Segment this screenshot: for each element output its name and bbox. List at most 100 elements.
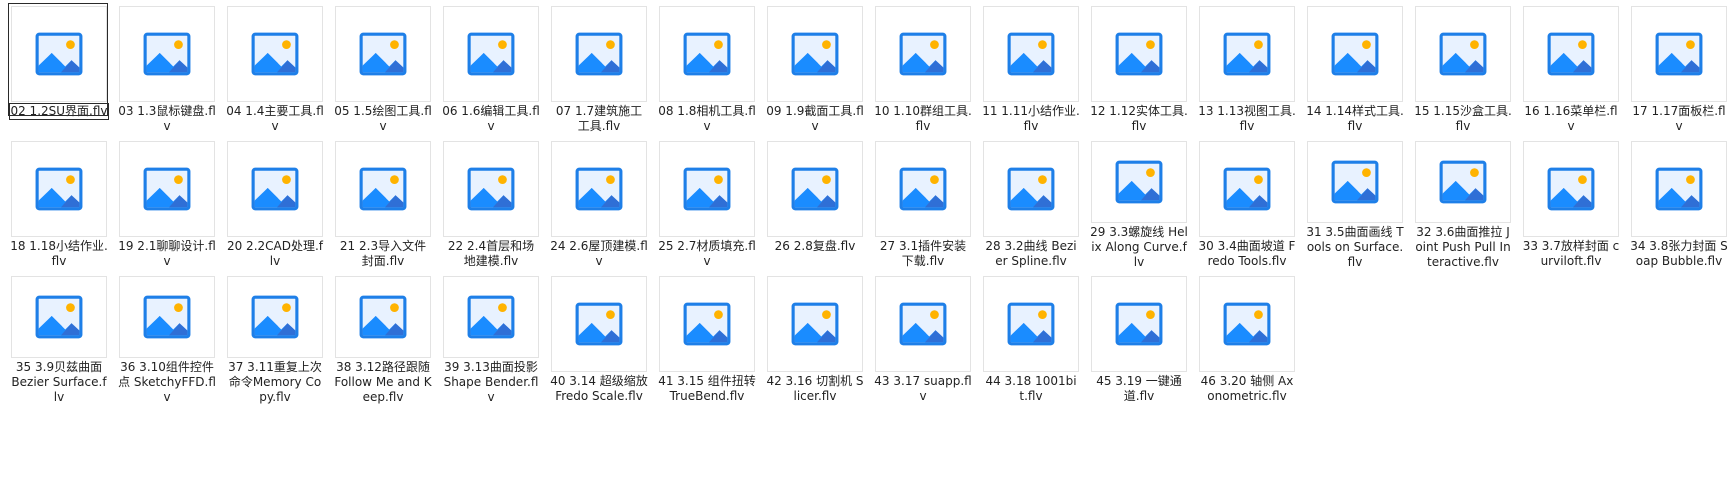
file-item[interactable]: 29 3.3螺旋线 Helix Along Curve.flv <box>1085 137 1193 272</box>
file-thumbnail[interactable] <box>1307 141 1403 223</box>
file-item[interactable]: 45 3.19 一键通道.flv <box>1085 272 1193 407</box>
file-thumbnail[interactable] <box>119 141 215 237</box>
file-item[interactable]: 22 2.4首层和场地建模.flv <box>437 137 545 272</box>
file-item[interactable]: 04 1.4主要工具.flv <box>221 2 329 137</box>
file-name: 39 3.13曲面投影 Shape Bender.flv <box>443 360 539 404</box>
file-thumbnail[interactable] <box>659 141 755 237</box>
file-name: 10 1.10群组工具.flv <box>874 104 972 133</box>
file-item[interactable]: 09 1.9截面工具.flv <box>761 2 869 137</box>
file-thumbnail[interactable] <box>443 6 539 102</box>
file-name: 43 3.17 suapp.flv <box>874 374 972 403</box>
file-thumbnail[interactable] <box>1199 6 1295 102</box>
file-item[interactable]: 02 1.2SU界面.flv <box>5 2 113 137</box>
file-thumbnail[interactable] <box>767 276 863 372</box>
file-thumbnail[interactable] <box>1091 276 1187 372</box>
file-name: 14 1.14样式工具.flv <box>1306 104 1404 133</box>
file-item[interactable]: 12 1.12实体工具.flv <box>1085 2 1193 137</box>
file-item[interactable]: 20 2.2CAD处理.flv <box>221 137 329 272</box>
file-item[interactable]: 35 3.9贝兹曲面 Bezier Surface.flv <box>5 272 113 407</box>
file-thumbnail[interactable] <box>983 276 1079 372</box>
file-name: 22 2.4首层和场地建模.flv <box>447 239 535 268</box>
file-thumbnail[interactable] <box>1631 6 1727 102</box>
file-thumbnail[interactable] <box>875 276 971 372</box>
file-item[interactable]: 11 1.11小结作业.flv <box>977 2 1085 137</box>
file-thumbnail[interactable] <box>1307 6 1403 102</box>
file-item[interactable]: 44 3.18 1001bit.flv <box>977 272 1085 407</box>
file-thumbnail[interactable] <box>875 6 971 102</box>
file-item[interactable]: 08 1.8相机工具.flv <box>653 2 761 137</box>
file-thumbnail[interactable] <box>335 141 431 237</box>
file-item[interactable]: 38 3.12路径跟随 Follow Me and Keep.flv <box>329 272 437 407</box>
file-item[interactable]: 37 3.11重复上次命令Memory Copy.flv <box>221 272 329 407</box>
file-item[interactable]: 24 2.6屋顶建模.flv <box>545 137 653 272</box>
file-item[interactable]: 05 1.5绘图工具.flv <box>329 2 437 137</box>
file-thumbnail[interactable] <box>767 6 863 102</box>
file-thumbnail[interactable] <box>875 141 971 237</box>
file-item[interactable]: 42 3.16 切割机 Slicer.flv <box>761 272 869 407</box>
file-thumbnail[interactable] <box>1199 276 1295 372</box>
image-file-icon <box>575 167 623 211</box>
file-thumbnail[interactable] <box>1631 141 1727 237</box>
file-thumbnail[interactable] <box>1091 141 1187 223</box>
file-item[interactable]: 46 3.20 轴侧 Axonometric.flv <box>1193 272 1301 407</box>
file-thumbnail[interactable] <box>1091 6 1187 102</box>
file-item[interactable]: 25 2.7材质填充.flv <box>653 137 761 272</box>
file-item[interactable]: 14 1.14样式工具.flv <box>1301 2 1409 137</box>
file-thumbnail[interactable] <box>659 6 755 102</box>
file-item[interactable]: 16 1.16菜单栏.flv <box>1517 2 1625 137</box>
file-item[interactable]: 06 1.6编辑工具.flv <box>437 2 545 137</box>
file-item[interactable]: 07 1.7建筑施工工具.flv <box>545 2 653 137</box>
file-thumbnail[interactable] <box>767 141 863 237</box>
file-thumbnail[interactable] <box>335 276 431 358</box>
file-item[interactable]: 03 1.3鼠标键盘.flv <box>113 2 221 137</box>
file-thumbnail[interactable] <box>1523 141 1619 237</box>
file-thumbnail[interactable] <box>11 276 107 358</box>
file-thumbnail[interactable] <box>1199 141 1295 237</box>
file-item[interactable]: 32 3.6曲面推拉 Joint Push Pull Interactive.f… <box>1409 137 1517 272</box>
file-thumbnail[interactable] <box>1415 141 1511 223</box>
file-item[interactable]: 39 3.13曲面投影 Shape Bender.flv <box>437 272 545 407</box>
file-item[interactable]: 30 3.4曲面坡道 Fredo Tools.flv <box>1193 137 1301 272</box>
file-thumbnail[interactable] <box>551 141 647 237</box>
file-thumbnail[interactable] <box>551 276 647 372</box>
file-item[interactable]: 13 1.13视图工具.flv <box>1193 2 1301 137</box>
file-item[interactable]: 15 1.15沙盒工具.flv <box>1409 2 1517 137</box>
file-thumbnail[interactable] <box>227 141 323 237</box>
file-item[interactable]: 31 3.5曲面画线 Tools on Surface.flv <box>1301 137 1409 272</box>
file-thumbnail[interactable] <box>983 6 1079 102</box>
file-thumbnail[interactable] <box>119 276 215 358</box>
file-item[interactable]: 33 3.7放样封面 curviloft.flv <box>1517 137 1625 272</box>
file-item[interactable]: 10 1.10群组工具.flv <box>869 2 977 137</box>
file-thumbnail[interactable] <box>551 6 647 102</box>
file-thumbnail[interactable] <box>1415 6 1511 102</box>
image-file-icon <box>467 32 515 76</box>
file-name: 19 2.1聊聊设计.flv <box>118 239 216 268</box>
file-thumbnail[interactable] <box>1523 6 1619 102</box>
file-thumbnail[interactable] <box>119 6 215 102</box>
file-thumbnail[interactable] <box>11 6 107 102</box>
file-thumbnail[interactable] <box>443 276 539 358</box>
file-item[interactable]: 36 3.10组件控件点 SketchyFFD.flv <box>113 272 221 407</box>
image-file-icon <box>359 167 407 211</box>
file-item[interactable]: 34 3.8张力封面 Soap Bubble.flv <box>1625 137 1730 272</box>
file-item[interactable]: 19 2.1聊聊设计.flv <box>113 137 221 272</box>
file-item[interactable]: 21 2.3导入文件封面.flv <box>329 137 437 272</box>
file-name: 33 3.7放样封面 curviloft.flv <box>1522 239 1620 268</box>
image-file-icon <box>251 32 299 76</box>
file-item[interactable]: 17 1.17面板栏.flv <box>1625 2 1730 137</box>
file-item[interactable]: 43 3.17 suapp.flv <box>869 272 977 407</box>
file-thumbnail[interactable] <box>11 141 107 237</box>
file-item[interactable]: 18 1.18小结作业.flv <box>5 137 113 272</box>
file-item[interactable]: 26 2.8复盘.flv <box>761 137 869 272</box>
file-item[interactable]: 40 3.14 超级缩放Fredo Scale.flv <box>545 272 653 407</box>
file-thumbnail[interactable] <box>227 6 323 102</box>
file-item[interactable]: 27 3.1插件安装下载.flv <box>869 137 977 272</box>
file-item[interactable]: 41 3.15 组件扭转TrueBend.flv <box>653 272 761 407</box>
file-thumbnail[interactable] <box>983 141 1079 237</box>
file-thumbnail[interactable] <box>659 276 755 372</box>
file-thumbnail[interactable] <box>443 141 539 237</box>
file-item[interactable]: 28 3.2曲线 Bezier Spline.flv <box>977 137 1085 272</box>
file-thumbnail[interactable] <box>227 276 323 358</box>
file-thumbnail[interactable] <box>335 6 431 102</box>
image-file-icon <box>359 295 407 339</box>
